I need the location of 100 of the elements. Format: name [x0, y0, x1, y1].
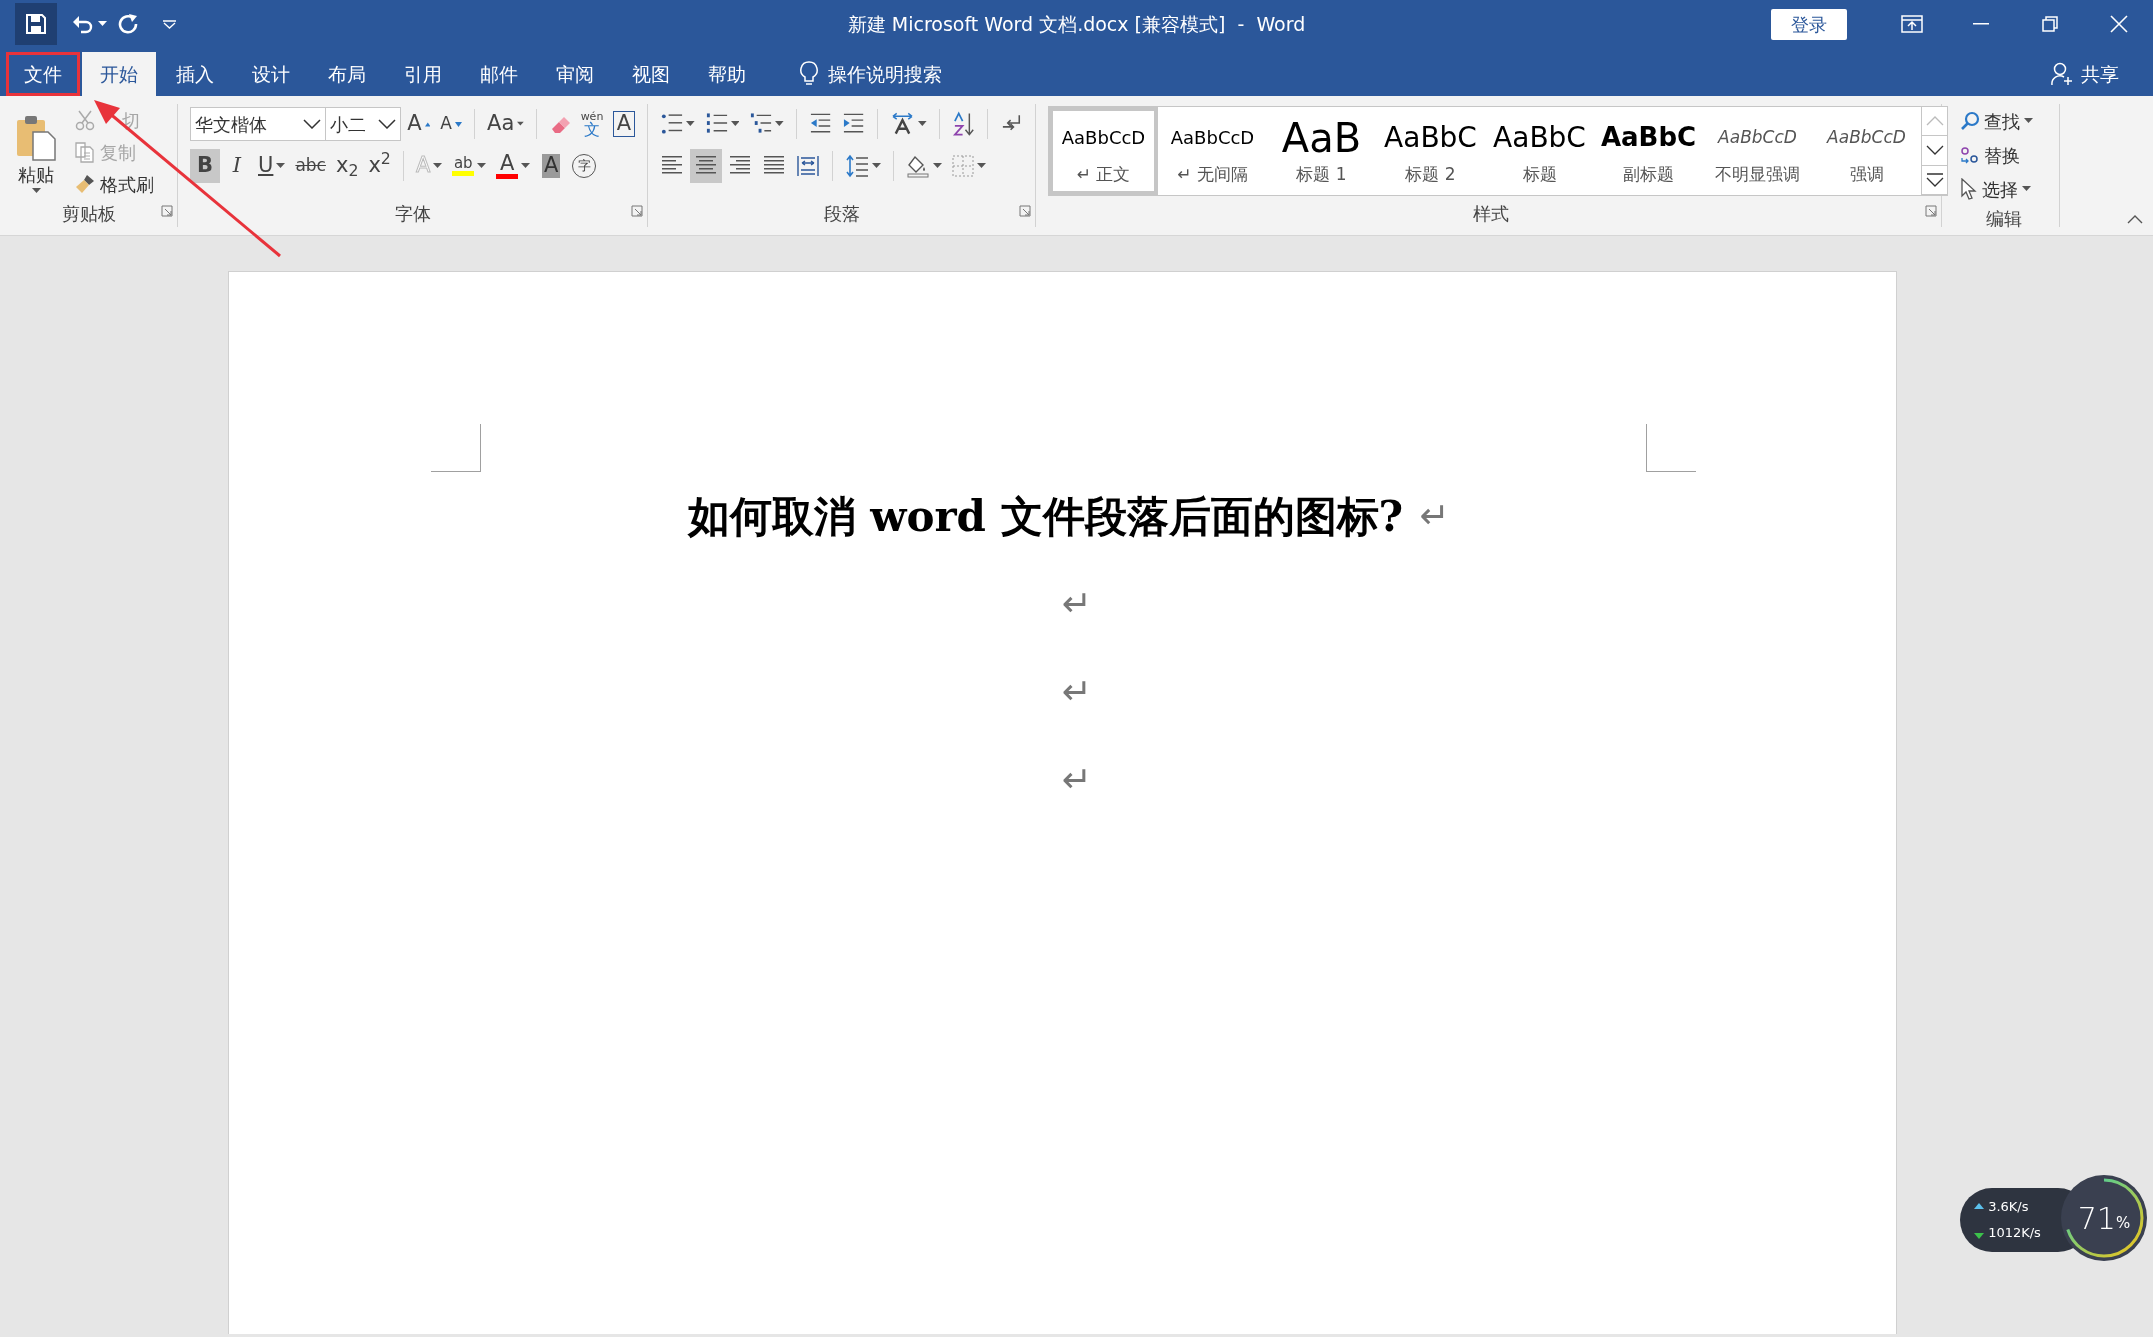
- down-triangle-icon: [454, 121, 462, 127]
- grow-button[interactable]: A: [403, 107, 435, 141]
- paragraph-mark: ↵: [1061, 758, 1092, 802]
- style-item[interactable]: AaBbCcD ↵ 正文: [1049, 107, 1158, 195]
- caret-icon: [2022, 186, 2031, 192]
- painter-button[interactable]: 格式刷: [70, 168, 169, 200]
- crop-mark: [431, 424, 481, 472]
- highlight-button[interactable]: ab: [448, 149, 491, 183]
- close-icon: [2109, 15, 2128, 33]
- caret-icon: [31, 188, 41, 194]
- bold-button[interactable]: B: [190, 149, 220, 183]
- font-name-field[interactable]: 华文楷体: [190, 107, 327, 141]
- dialog-launcher-icon[interactable]: [1925, 204, 1937, 217]
- caret-icon: [521, 163, 531, 169]
- caret-icon: [775, 121, 785, 127]
- find-button[interactable]: 查找: [1956, 104, 2051, 138]
- person-add-icon: [2051, 62, 2073, 86]
- caret-icon: [872, 163, 881, 169]
- undo-icon: [71, 14, 94, 34]
- lightbulb-icon: [800, 61, 818, 87]
- group-label: 剪贴板: [61, 203, 116, 224]
- ribbon-tab[interactable]: 引用: [386, 52, 460, 96]
- select-button[interactable]: 选择: [1956, 172, 2051, 206]
- ribbon-tab[interactable]: 邮件: [462, 52, 536, 96]
- clipboard-icon: [16, 115, 56, 161]
- window-title: 新建 Microsoft Word 文档.docx [兼容模式] - Word: [847, 11, 1306, 37]
- group-label: 编辑: [1985, 208, 2022, 229]
- chevron-down-icon: [378, 119, 397, 129]
- fontcolor-button[interactable]: A: [492, 149, 535, 183]
- caret-icon: [730, 121, 740, 127]
- ribbon-tab[interactable]: 布局: [310, 52, 384, 96]
- strike-button[interactable]: abc: [291, 149, 330, 183]
- chevron-down-icon: [303, 119, 322, 129]
- paragraph-mark: ↵: [1061, 582, 1092, 626]
- ribbon-tab[interactable]: 帮助: [690, 52, 764, 96]
- search-icon: [1960, 111, 1980, 131]
- script-button[interactable]: x$_{2}$: [331, 149, 363, 183]
- dialog-launcher-icon[interactable]: [161, 204, 173, 217]
- caret-icon: [517, 121, 525, 127]
- ribbon-display-icon: [1900, 15, 1923, 33]
- case-button[interactable]: Aa: [483, 107, 529, 141]
- save-button[interactable]: [15, 3, 57, 45]
- bullets-icon: [660, 112, 684, 136]
- expand-gallery-icon: [1925, 172, 1944, 187]
- group-label: 字体: [394, 203, 431, 224]
- paragraph-mark: ↵: [1419, 494, 1450, 538]
- collapse-ribbon-button[interactable]: [2127, 214, 2143, 224]
- ribbon-tab[interactable]: 视图: [614, 52, 688, 96]
- dialog-launcher-icon[interactable]: [1019, 204, 1031, 217]
- group-label: 样式: [1472, 203, 1509, 224]
- document-heading: 如何取消 word 文件段落后面的图标?: [687, 490, 1404, 543]
- caret-icon: [433, 163, 443, 169]
- phonetic-button[interactable]: wén 文: [577, 107, 607, 141]
- caret-icon: [97, 21, 107, 27]
- paintbrush-icon: [74, 173, 96, 195]
- paste-button[interactable]: 粘贴: [8, 104, 64, 201]
- font-size-field[interactable]: 小二: [325, 107, 402, 141]
- ribbon-tab[interactable]: 文件: [6, 52, 80, 96]
- chevron-up-icon: [1925, 116, 1944, 127]
- chevron-down-icon: [1925, 145, 1944, 156]
- caret-icon: [933, 163, 942, 169]
- ribbon-tab[interactable]: 插入: [158, 52, 232, 96]
- caret-icon: [477, 163, 487, 169]
- copy-icon: [74, 141, 96, 163]
- paragraph-mark: ↵: [1061, 670, 1092, 714]
- italic-button[interactable]: I: [222, 149, 252, 183]
- replace-button[interactable]: 替换: [1956, 138, 2051, 172]
- redo-icon: [118, 13, 140, 35]
- caret-icon: [2024, 118, 2033, 124]
- chevron-up-icon: [2127, 214, 2143, 224]
- paint-bucket-icon: [906, 154, 930, 178]
- multilevel-list-icon: [749, 112, 773, 136]
- ribbon-tab[interactable]: 设计: [234, 52, 308, 96]
- share-button[interactable]: 共享: [2045, 52, 2125, 96]
- sign-in-button[interactable]: 登录: [1771, 8, 1847, 40]
- cursor-icon: [1960, 178, 1978, 200]
- shading-button[interactable]: A: [536, 149, 567, 183]
- numbered-list-icon: [704, 112, 728, 136]
- ribbon-tab[interactable]: 审阅: [538, 52, 612, 96]
- minimize-icon: [1972, 23, 1989, 25]
- replace-icon: [1960, 145, 1980, 165]
- caret-icon: [977, 163, 986, 169]
- dialog-launcher-icon[interactable]: [631, 204, 643, 217]
- crop-mark: [1646, 424, 1696, 472]
- caret-icon: [686, 121, 695, 127]
- shrink-button[interactable]: A: [436, 107, 467, 141]
- tell-me-search[interactable]: 操作说明搜索: [794, 52, 948, 96]
- caret-icon: [162, 19, 176, 29]
- ribbon-tab[interactable]: 开始: [82, 52, 156, 96]
- caret-icon: [918, 121, 927, 127]
- script-button[interactable]: x$^{2}$: [364, 149, 395, 183]
- up-triangle-icon: [424, 121, 431, 127]
- borders-icon: [952, 155, 974, 177]
- save-icon: [25, 13, 47, 35]
- percent-sign: %: [2115, 1212, 2131, 1234]
- line-spacing-icon: [845, 154, 869, 178]
- align-center-button[interactable]: [690, 149, 722, 183]
- caret-icon: [276, 163, 286, 169]
- distributed-icon: [796, 154, 820, 178]
- underline-button[interactable]: U: [254, 149, 290, 183]
